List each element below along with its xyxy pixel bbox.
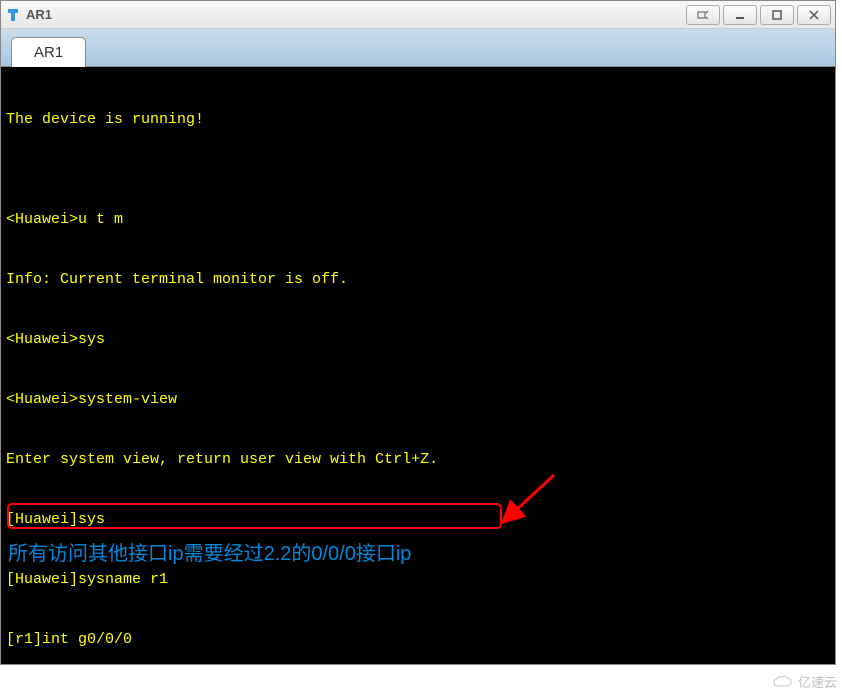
minimize-button[interactable]: [723, 5, 757, 25]
terminal-line: <Huawei>system-view: [6, 390, 830, 410]
annotation-text: 所有访问其他接口ip需要经过2.2的0/0/0接口ip: [8, 544, 411, 564]
window-title: AR1: [26, 7, 686, 22]
tab-ar1[interactable]: AR1: [11, 37, 86, 67]
app-icon: [5, 7, 21, 23]
tab-bar: AR1: [1, 29, 835, 67]
terminal-line: [Huawei]sys: [6, 510, 830, 530]
terminal-line: <Huawei>u t m: [6, 210, 830, 230]
terminal-line: [Huawei]sysname r1: [6, 570, 830, 590]
window-frame: AR1 AR1 The device is running! <Huawei>u…: [0, 0, 836, 665]
options-button[interactable]: [686, 5, 720, 25]
window-controls: [686, 5, 831, 25]
terminal-line: <Huawei>sys: [6, 330, 830, 350]
terminal-line: Enter system view, return user view with…: [6, 450, 830, 470]
terminal-line: [r1]int g0/0/0: [6, 630, 830, 650]
watermark: 亿速云: [772, 672, 837, 691]
cloud-icon: [772, 675, 794, 689]
watermark-label: 亿速云: [798, 672, 837, 691]
maximize-button[interactable]: [760, 5, 794, 25]
close-button[interactable]: [797, 5, 831, 25]
titlebar[interactable]: AR1: [1, 1, 835, 29]
terminal-line: Info: Current terminal monitor is off.: [6, 270, 830, 290]
terminal-output[interactable]: The device is running! <Huawei>u t m Inf…: [1, 67, 835, 664]
tab-label: AR1: [34, 44, 63, 61]
terminal-line: The device is running!: [6, 110, 830, 130]
